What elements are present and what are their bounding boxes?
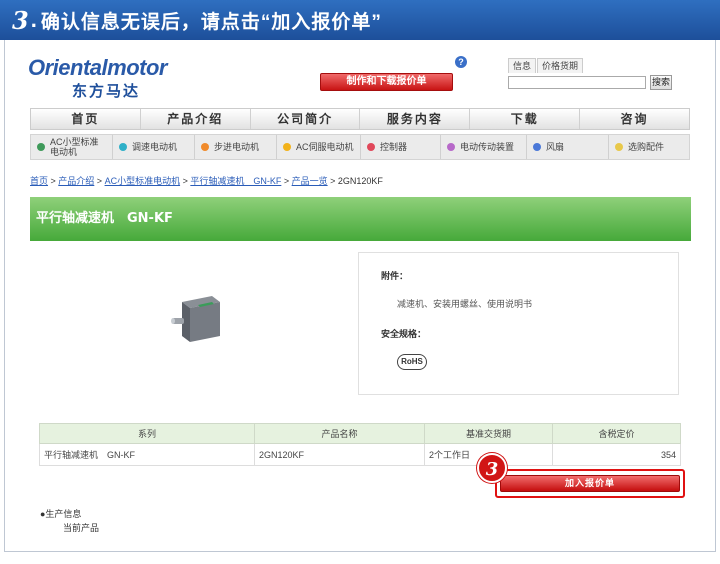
column-header: 系列: [39, 423, 255, 444]
category-accessories[interactable]: 选购配件: [609, 135, 689, 159]
logo-text-en[interactable]: Orientalmotor: [28, 55, 167, 81]
category-speed-control[interactable]: 调速电动机: [113, 135, 195, 159]
cell-series: 平行轴减速机 GN-KF: [39, 443, 255, 466]
step-number: 3: [12, 5, 29, 35]
nav-company[interactable]: 公司简介: [251, 109, 361, 129]
category-dot-icon: [367, 143, 375, 151]
add-to-quote-button[interactable]: 加入报价单: [500, 475, 680, 492]
category-dot-icon: [119, 143, 127, 151]
category-label: 调速电动机: [132, 142, 178, 152]
category-label: 步进电动机: [214, 142, 260, 152]
category-dot-icon: [283, 143, 291, 151]
category-ac-servo[interactable]: AC伺服电动机: [277, 135, 361, 159]
breadcrumb-product-list[interactable]: 产品一览: [292, 176, 328, 186]
category-dot-icon: [615, 143, 623, 151]
category-dot-icon: [37, 143, 45, 151]
accessory-label: 附件：: [381, 271, 409, 281]
category-actuator[interactable]: 电动传动装置: [441, 135, 527, 159]
product-image: [171, 296, 220, 342]
category-dot-icon: [201, 143, 209, 151]
table-row: 平行轴减速机 GN-KF 2GN120KF 2个工作日 354: [39, 443, 681, 466]
category-label: AC小型标准 电动机: [50, 137, 99, 157]
category-controller[interactable]: 控制器: [361, 135, 441, 159]
search-tab-price[interactable]: 价格货期: [537, 58, 584, 73]
category-label: 控制器: [380, 142, 408, 152]
rohs-icon: RoHS: [397, 354, 427, 370]
step-instruction: 确认信息无误后，请点击“加入报价单”: [40, 11, 382, 33]
breadcrumb-products[interactable]: 产品介绍: [58, 176, 94, 186]
production-info-label: ●生产信息: [40, 509, 82, 519]
main-nav: 首页 产品介绍 公司简介 服务内容 下载 咨询: [30, 108, 690, 130]
nav-home[interactable]: 首页: [31, 109, 141, 129]
column-header: 含税定价: [552, 423, 681, 444]
breadcrumb-series[interactable]: 平行轴减速机 GN-KF: [190, 176, 281, 186]
download-quote-button[interactable]: 制作和下载报价单: [320, 73, 453, 91]
spec-panel: 附件： 减速机、安装用螺丝、使用说明书 安全规格： RoHS: [358, 252, 679, 395]
category-stepper[interactable]: 步进电动机: [195, 135, 277, 159]
category-fan[interactable]: 风扇: [527, 135, 609, 159]
category-label: 选购配件: [628, 142, 665, 152]
accessory-text: 减速机、安装用螺丝、使用说明书: [397, 299, 533, 309]
cell-price: 354: [552, 443, 681, 466]
column-header: 基准交货期: [424, 423, 553, 444]
cell-product-name: 2GN120KF: [254, 443, 425, 466]
breadcrumb-home[interactable]: 首页: [30, 176, 48, 186]
search-button[interactable]: 搜索: [650, 75, 672, 90]
column-header: 产品名称: [254, 423, 425, 444]
category-dot-icon: [533, 143, 541, 151]
nav-services[interactable]: 服务内容: [360, 109, 471, 129]
quote-highlight: 加入报价单: [495, 469, 685, 498]
safety-label: 安全规格：: [381, 329, 427, 339]
category-ac-motor[interactable]: AC小型标准 电动机: [31, 135, 113, 159]
nav-inquiry[interactable]: 咨询: [580, 109, 689, 129]
help-icon[interactable]: ?: [455, 56, 467, 68]
breadcrumb: 首页 > 产品介绍 > AC小型标准电动机 > 平行轴减速机 GN-KF > 产…: [30, 176, 383, 186]
search-input[interactable]: [508, 76, 646, 89]
breadcrumb-current: 2GN120KF: [337, 176, 383, 186]
production-info-value: 当前产品: [63, 523, 100, 533]
breadcrumb-ac-motor[interactable]: AC小型标准电动机: [105, 176, 181, 186]
category-label: 电动传动装置: [460, 142, 515, 152]
table-header-row: 系列 产品名称 基准交货期 含税定价: [39, 423, 681, 444]
category-label: AC伺服电动机: [296, 142, 354, 152]
category-label: 风扇: [546, 142, 565, 152]
product-table: 系列 产品名称 基准交货期 含税定价 平行轴减速机 GN-KF 2GN120KF…: [39, 423, 681, 466]
step-dot: .: [30, 7, 37, 32]
logo-text-cn[interactable]: 东方马达: [72, 80, 140, 101]
category-nav: AC小型标准 电动机 调速电动机 步进电动机 AC伺服电动机 控制器 电动传动装…: [30, 134, 690, 160]
nav-products[interactable]: 产品介绍: [141, 109, 251, 129]
nav-download[interactable]: 下载: [470, 109, 581, 129]
page-title: 平行轴减速机 GN-KF: [30, 197, 691, 241]
search-tab-info[interactable]: 信息: [508, 58, 537, 73]
step-banner: 3 . 确认信息无误后，请点击“加入报价单”: [0, 0, 720, 40]
step-badge: 3: [477, 453, 507, 483]
category-dot-icon: [447, 143, 455, 151]
